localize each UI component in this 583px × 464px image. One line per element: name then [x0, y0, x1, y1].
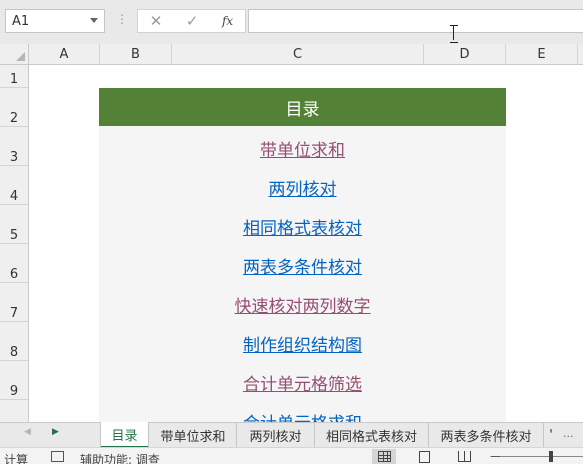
page-break-icon	[457, 451, 471, 462]
row-header-6[interactable]: 6	[0, 244, 28, 283]
toc-link[interactable]: 制作组织结构图	[99, 331, 506, 356]
column-headers: A B C D E	[0, 44, 583, 65]
grip-dots-icon: ⋮	[116, 12, 129, 26]
zoom-slider[interactable]	[500, 456, 583, 457]
tab-prev-icon[interactable]: ◀	[24, 427, 31, 437]
row-number: 6	[9, 267, 19, 282]
row-number: 1	[9, 72, 19, 87]
row-header-1[interactable]: 1	[0, 65, 28, 88]
toc-link[interactable]: 两列核对	[99, 175, 506, 200]
sheet-tab[interactable]: 带单位求和	[150, 423, 237, 447]
accessibility-status[interactable]: 辅助功能: 调查	[80, 451, 160, 464]
insert-function-icon[interactable]: fx	[222, 14, 233, 28]
name-box[interactable]: A1	[5, 9, 105, 33]
column-header-a[interactable]: A	[29, 44, 100, 64]
select-all-button[interactable]	[0, 44, 29, 64]
column-header-b[interactable]: B	[100, 44, 172, 64]
toc-link[interactable]: 快速核对两列数字	[99, 292, 506, 317]
row-header-7[interactable]: 7	[0, 283, 28, 322]
row-header-3[interactable]: 3	[0, 127, 28, 166]
toc-link[interactable]: 两表多条件核对	[99, 253, 506, 278]
row-header-9[interactable]: 9	[0, 361, 28, 400]
row-number: 8	[9, 345, 19, 360]
toc-link[interactable]: 相同格式表核对	[99, 214, 506, 239]
zoom-slider-thumb[interactable]	[549, 451, 553, 462]
toc-link[interactable]: 合计单元格求和	[99, 409, 506, 422]
column-header-d[interactable]: D	[424, 44, 506, 64]
status-bar: 计算 辅助功能: 调查 —	[0, 447, 583, 464]
row-number: 2	[9, 111, 19, 126]
normal-view-button[interactable]	[372, 449, 396, 464]
sheet-tab[interactable]: 两列核对	[237, 423, 315, 447]
grid-icon	[377, 451, 391, 462]
text-cursor-icon	[450, 24, 458, 43]
row-number: 3	[9, 150, 19, 165]
row-header-8[interactable]: 8	[0, 322, 28, 361]
cell-grid[interactable]: 目录 带单位求和 两列核对 相同格式表核对 两表多条件核对 快速核对两列数字 制…	[29, 65, 583, 422]
sheet-tab-toc[interactable]: 目录	[100, 422, 149, 448]
row-number: 5	[9, 228, 19, 243]
formula-bar: A1 ⋮ ✕ ✓ fx	[0, 0, 583, 44]
name-box-value: A1	[12, 13, 30, 29]
formula-input[interactable]	[248, 9, 583, 33]
tab-next-icon[interactable]: ▶	[52, 427, 59, 437]
row-number: 9	[9, 384, 19, 399]
row-header-5[interactable]: 5	[0, 205, 28, 244]
toc-link[interactable]: 带单位求和	[99, 136, 506, 161]
page-layout-button[interactable]	[412, 449, 436, 464]
sheet-tab-bar: ◀ ▶ 目录 带单位求和 两列核对 相同格式表核对 两表多条件核对 ' ...	[0, 422, 583, 448]
row-header-4[interactable]: 4	[0, 166, 28, 205]
row-number: 4	[9, 189, 19, 204]
toc-link[interactable]: 合计单元格筛选	[99, 370, 506, 395]
column-header-e[interactable]: E	[506, 44, 578, 64]
column-header-c[interactable]: C	[172, 44, 424, 64]
page-icon	[418, 450, 430, 463]
more-tabs-icon[interactable]: ...	[563, 427, 574, 440]
chevron-down-icon[interactable]	[90, 18, 98, 23]
formula-buttons: ✕ ✓ fx	[137, 9, 246, 33]
row-headers: 1 2 3 4 5 6 7 8 9	[0, 65, 29, 422]
row-header-2[interactable]: 2	[0, 88, 28, 127]
sheet-tab-partial[interactable]: '	[544, 423, 558, 447]
row-number: 7	[9, 306, 19, 321]
enter-icon[interactable]: ✓	[186, 12, 199, 30]
cancel-icon[interactable]: ✕	[150, 12, 163, 30]
status-mode: 计算	[4, 453, 29, 464]
page-break-button[interactable]	[452, 449, 476, 464]
toc-title[interactable]: 目录	[99, 88, 506, 126]
sheet-tab[interactable]: 相同格式表核对	[315, 423, 429, 447]
macro-record-icon[interactable]	[51, 451, 64, 462]
sheet-tab[interactable]: 两表多条件核对	[429, 423, 544, 447]
